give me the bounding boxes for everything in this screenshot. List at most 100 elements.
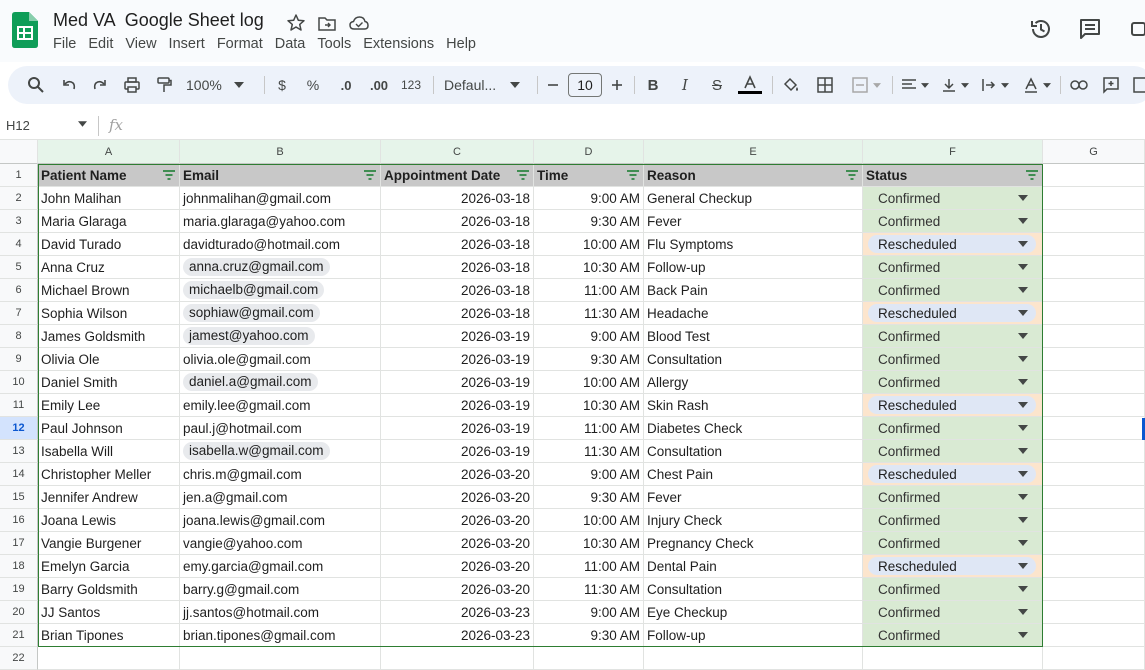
reason-cell[interactable]: Allergy — [644, 371, 863, 394]
column-header-g[interactable]: G — [1043, 140, 1145, 164]
reason-cell[interactable]: Follow-up — [644, 624, 863, 647]
empty-cell[interactable] — [1043, 440, 1145, 463]
time-cell[interactable]: 11:30 AM — [534, 578, 644, 601]
merge-cells-button[interactable] — [846, 66, 886, 104]
email-cell[interactable]: jamest@yahoo.com — [180, 325, 381, 348]
status-dropdown-chip[interactable]: Confirmed — [868, 419, 1036, 437]
status-cell[interactable]: Confirmed — [863, 371, 1043, 394]
empty-cell[interactable] — [1043, 463, 1145, 486]
row-header[interactable]: 11 — [0, 394, 38, 417]
status-dropdown-chip[interactable]: Confirmed — [868, 534, 1036, 552]
undo-icon[interactable] — [58, 66, 80, 104]
appointment-date-cell[interactable]: 2026-03-18 — [381, 233, 534, 256]
status-cell[interactable]: Rescheduled — [863, 555, 1043, 578]
status-dropdown-chip[interactable]: Confirmed — [868, 442, 1036, 460]
appointment-date-cell[interactable]: 2026-03-19 — [381, 325, 534, 348]
redo-icon[interactable] — [89, 66, 111, 104]
time-cell[interactable]: 9:00 AM — [534, 187, 644, 210]
email-cell[interactable]: emily.lee@gmail.com — [180, 394, 381, 417]
print-icon[interactable] — [121, 66, 143, 104]
text-color-button[interactable] — [738, 66, 762, 104]
increase-decimal-button[interactable]: .00 — [366, 66, 392, 104]
reason-cell[interactable]: Eye Checkup — [644, 601, 863, 624]
patient-name-cell[interactable]: Emily Lee — [38, 394, 180, 417]
empty-cell[interactable] — [1043, 601, 1145, 624]
decrease-font-size-button[interactable] — [544, 66, 562, 104]
row-header[interactable]: 13 — [0, 440, 38, 463]
status-cell[interactable]: Confirmed — [863, 210, 1043, 233]
appointment-date-cell[interactable]: 2026-03-19 — [381, 440, 534, 463]
empty-cell[interactable] — [1043, 164, 1145, 187]
reason-cell[interactable]: Fever — [644, 210, 863, 233]
row-header[interactable]: 22 — [0, 647, 38, 670]
patient-name-cell[interactable]: David Turado — [38, 233, 180, 256]
empty-cell[interactable] — [1043, 348, 1145, 371]
borders-button[interactable] — [814, 66, 836, 104]
bold-button[interactable]: B — [644, 66, 662, 104]
reason-cell[interactable]: Fever — [644, 486, 863, 509]
menu-format[interactable]: Format — [211, 36, 269, 52]
email-chip[interactable]: anna.cruz@gmail.com — [183, 258, 330, 276]
status-cell[interactable]: Rescheduled — [863, 394, 1043, 417]
status-dropdown-chip[interactable]: Confirmed — [868, 626, 1036, 644]
reason-cell[interactable]: Follow-up — [644, 256, 863, 279]
status-dropdown-chip[interactable]: Rescheduled — [868, 465, 1036, 483]
email-cell[interactable]: vangie@yahoo.com — [180, 532, 381, 555]
appointment-date-cell[interactable]: 2026-03-20 — [381, 463, 534, 486]
time-cell[interactable]: 9:30 AM — [534, 486, 644, 509]
status-cell[interactable]: Rescheduled — [863, 463, 1043, 486]
cloud-saved-icon[interactable] — [348, 12, 370, 34]
header-cell[interactable]: Appointment Date — [381, 164, 534, 187]
empty-cell[interactable] — [38, 647, 180, 670]
insert-chart-icon[interactable] — [1132, 66, 1145, 104]
empty-cell[interactable] — [1043, 302, 1145, 325]
chevron-down-icon[interactable] — [78, 121, 87, 127]
patient-name-cell[interactable]: Vangie Burgener — [38, 532, 180, 555]
empty-cell[interactable] — [1043, 532, 1145, 555]
status-dropdown-chip[interactable]: Rescheduled — [868, 557, 1036, 575]
font-size-input[interactable]: 10 — [568, 73, 602, 97]
time-cell[interactable]: 9:30 AM — [534, 624, 644, 647]
status-cell[interactable]: Confirmed — [863, 532, 1043, 555]
header-cell[interactable]: Reason — [644, 164, 863, 187]
email-chip[interactable]: daniel.a@gmail.com — [183, 373, 318, 391]
appointment-date-cell[interactable]: 2026-03-19 — [381, 417, 534, 440]
search-menus-icon[interactable] — [24, 66, 48, 104]
row-header[interactable]: 2 — [0, 187, 38, 210]
email-cell[interactable]: olivia.ole@gmail.com — [180, 348, 381, 371]
patient-name-cell[interactable]: Paul Johnson — [38, 417, 180, 440]
column-header-d[interactable]: D — [534, 140, 644, 164]
row-header[interactable]: 21 — [0, 624, 38, 647]
menu-insert[interactable]: Insert — [163, 36, 211, 52]
empty-cell[interactable] — [1043, 647, 1145, 670]
appointment-date-cell[interactable]: 2026-03-20 — [381, 486, 534, 509]
filter-icon[interactable] — [364, 170, 376, 180]
appointment-date-cell[interactable]: 2026-03-20 — [381, 555, 534, 578]
row-header[interactable]: 9 — [0, 348, 38, 371]
star-icon[interactable] — [285, 12, 307, 34]
empty-cell[interactable] — [1043, 624, 1145, 647]
reason-cell[interactable]: Chest Pain — [644, 463, 863, 486]
empty-cell[interactable] — [381, 647, 534, 670]
appointment-date-cell[interactable]: 2026-03-18 — [381, 256, 534, 279]
status-dropdown-chip[interactable]: Confirmed — [868, 511, 1036, 529]
reason-cell[interactable]: Skin Rash — [644, 394, 863, 417]
google-sheets-logo-icon[interactable] — [12, 12, 38, 48]
italic-button[interactable]: I — [676, 66, 694, 104]
insert-comment-icon[interactable] — [1100, 66, 1122, 104]
status-cell[interactable]: Rescheduled — [863, 233, 1043, 256]
time-cell[interactable]: 9:00 AM — [534, 463, 644, 486]
column-header-e[interactable]: E — [644, 140, 863, 164]
reason-cell[interactable]: General Checkup — [644, 187, 863, 210]
status-dropdown-chip[interactable]: Confirmed — [868, 488, 1036, 506]
status-cell[interactable]: Rescheduled — [863, 302, 1043, 325]
status-dropdown-chip[interactable]: Confirmed — [868, 327, 1036, 345]
status-dropdown-chip[interactable]: Rescheduled — [868, 304, 1036, 322]
vertical-align-button[interactable] — [938, 66, 972, 104]
text-rotation-button[interactable] — [1020, 66, 1054, 104]
empty-cell[interactable] — [534, 647, 644, 670]
currency-format-button[interactable]: $ — [274, 66, 290, 104]
status-cell[interactable]: Confirmed — [863, 601, 1043, 624]
status-cell[interactable]: Confirmed — [863, 417, 1043, 440]
email-chip[interactable]: isabella.w@gmail.com — [183, 442, 330, 460]
